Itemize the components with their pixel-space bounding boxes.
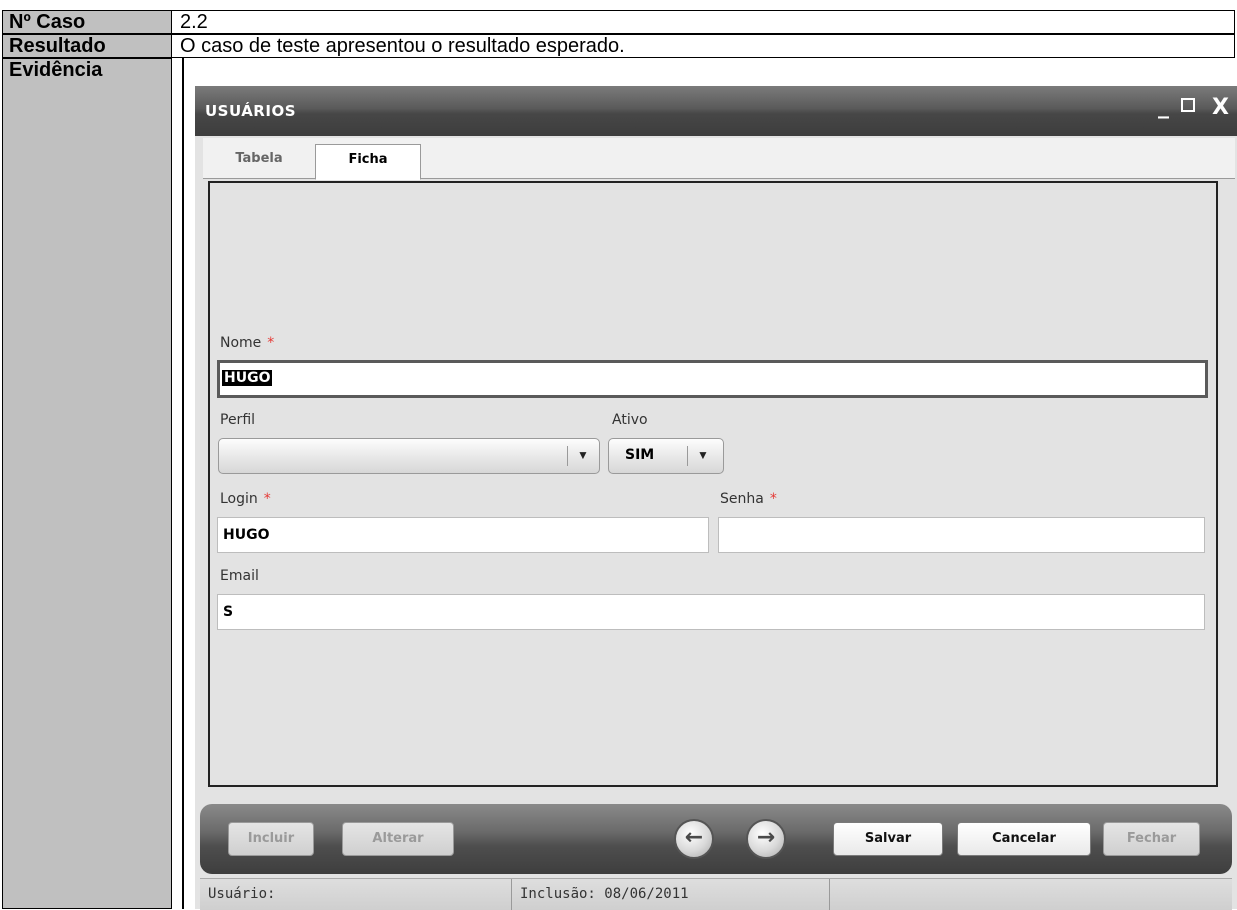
chevron-down-icon[interactable]: ▼ [577,448,589,462]
window-title: USUÁRIOS [205,102,296,120]
nome-field-value: HUGO [222,370,273,386]
arrow-right-icon[interactable]: → [746,819,786,859]
status-inclusao: Inclusão: 08/06/2011 [512,879,830,910]
row-value-caso: 2.2 [172,10,1235,34]
chevron-down-icon[interactable]: ▼ [697,448,709,462]
nome-label-text: Nome [220,335,262,351]
login-label: Login * [220,491,271,507]
close-icon[interactable]: X [1212,95,1229,121]
email-label: Email [220,568,259,584]
evidence-cell-border [182,58,184,909]
tab-tabela[interactable]: Tabela [209,144,309,178]
row-label-resultado: Resultado [2,34,172,58]
ativo-label: Ativo [612,412,648,428]
incluir-button[interactable]: Incluir [228,822,314,856]
senha-label: Senha * [720,491,777,507]
cancelar-button[interactable]: Cancelar [957,822,1091,856]
nome-required-mark: * [267,335,275,351]
senha-required-mark: * [769,491,777,507]
ficha-panel: Nome * HUGO Perfil Ativo ▼ SIM ▼ Login * S… [208,181,1218,787]
perfil-dropdown-separator [567,446,568,466]
maximize-icon[interactable] [1181,98,1195,112]
perfil-dropdown[interactable]: ▼ [218,438,600,474]
senha-field[interactable] [718,517,1205,553]
senha-label-text: Senha [720,491,764,507]
usuarios-window: USUÁRIOS _ X Tabela Ficha Nome * HUGO Per… [195,86,1237,910]
row-value-resultado: O caso de teste apresentou o resultado e… [172,34,1235,58]
ativo-dropdown-value: SIM [625,447,655,463]
row-label-evidencia: Evidência [2,58,172,909]
perfil-label: Perfil [220,412,256,428]
tab-strip: Tabela Ficha [203,138,1235,180]
login-required-mark: * [263,491,271,507]
nome-label: Nome * [220,335,274,351]
email-field[interactable]: S [217,594,1205,630]
salvar-button[interactable]: Salvar [833,822,943,856]
status-bar: Usuário: Inclusão: 08/06/2011 [200,878,1232,910]
login-field[interactable]: HUGO [217,517,709,553]
status-usuario: Usuário: [200,879,512,910]
ativo-dropdown[interactable]: SIM ▼ [608,438,724,474]
window-titlebar: USUÁRIOS _ X [195,86,1237,136]
fechar-button[interactable]: Fechar [1103,822,1200,856]
alterar-button[interactable]: Alterar [342,822,454,856]
login-label-text: Login [220,491,258,507]
minimize-icon[interactable]: _ [1158,94,1169,120]
arrow-left-icon[interactable]: ← [674,819,714,859]
tab-ficha[interactable]: Ficha [315,144,421,180]
ativo-dropdown-separator [687,446,688,466]
nome-field[interactable]: HUGO [217,360,1208,398]
row-label-caso: Nº Caso [2,10,172,34]
action-toolbar: Incluir Alterar ← → Salvar Cancelar Fech… [200,804,1232,874]
